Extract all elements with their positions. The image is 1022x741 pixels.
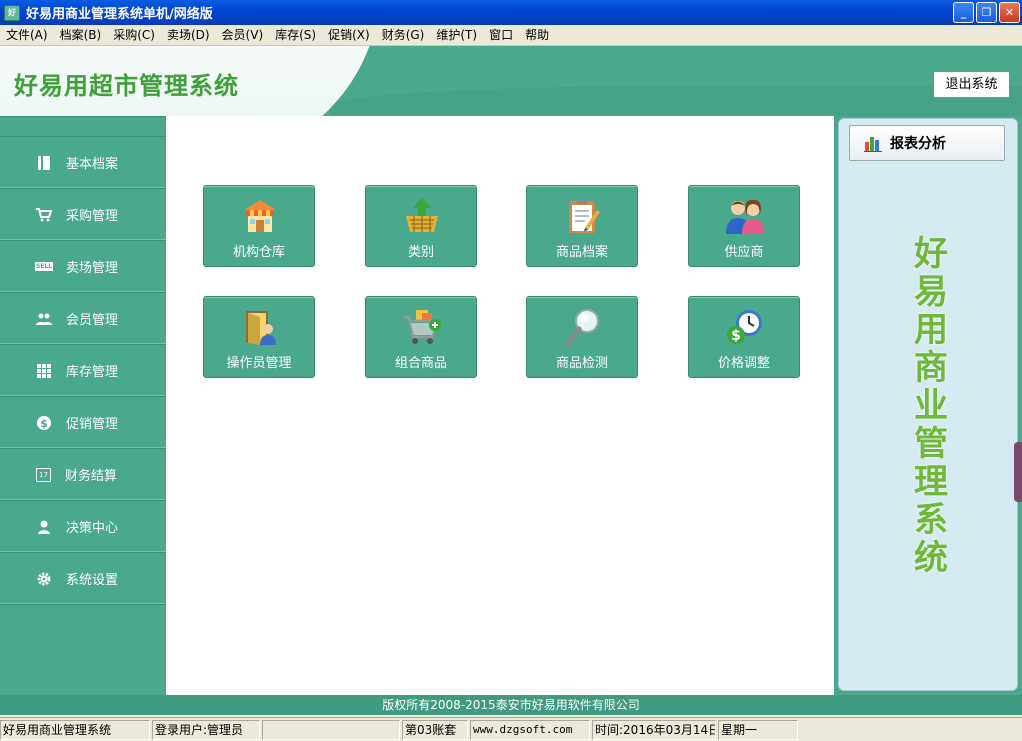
window-controls: _ ❐ ✕ bbox=[953, 2, 1020, 23]
sidebar-item-label: 基本档案 bbox=[66, 157, 119, 172]
tile-product-archive[interactable]: 商品档案 bbox=[526, 185, 638, 267]
menu-member[interactable]: 会员(V) bbox=[216, 25, 270, 46]
menu-file[interactable]: 文件(A) bbox=[0, 25, 54, 46]
svg-text:$: $ bbox=[731, 328, 741, 344]
sidebar-item-label: 决策中心 bbox=[66, 521, 119, 536]
clipboard-icon bbox=[569, 199, 600, 233]
vertical-brand-title: 好易用商业管理系统 bbox=[914, 234, 948, 578]
menu-maintenance[interactable]: 维护(T) bbox=[430, 25, 483, 46]
menu-store[interactable]: 卖场(D) bbox=[161, 25, 216, 46]
members-icon bbox=[36, 311, 52, 327]
sidebar-item-promotion[interactable]: $ 促销管理 bbox=[0, 397, 166, 449]
menu-bar: 文件(A) 档案(B) 采购(C) 卖场(D) 会员(V) 库存(S) 促销(X… bbox=[0, 25, 1022, 46]
header-decoration bbox=[330, 86, 1022, 116]
status-time: 时间:2016年03月14日 bbox=[592, 720, 716, 740]
basket-upload-icon bbox=[406, 198, 438, 232]
sell-icon-text: SELL bbox=[34, 262, 54, 271]
logout-button[interactable]: 退出系统 bbox=[933, 71, 1010, 98]
window-title: 好易用商业管理系统单机/网络版 bbox=[26, 7, 213, 22]
sidebar-item-label: 财务结算 bbox=[65, 469, 118, 484]
main-panel: 机构仓库 类别 商品档案 供应商 操作员管理 组合商品 商品检测 $ 价格调整 bbox=[166, 116, 834, 695]
tile-label: 价格调整 bbox=[717, 356, 770, 371]
sidebar-item-label: 库存管理 bbox=[66, 365, 119, 380]
magnifier-icon bbox=[565, 309, 599, 346]
bar-chart-icon bbox=[864, 137, 882, 152]
cart-icon bbox=[36, 207, 52, 223]
minimize-button[interactable]: _ bbox=[953, 2, 974, 23]
sidebar-item-finance[interactable]: 17 财务结算 bbox=[0, 449, 166, 501]
status-bar: 好易用商业管理系统 登录用户:管理员 第03账套 www.dzgsoft.com… bbox=[0, 717, 1022, 741]
shopping-cart-add-icon bbox=[404, 310, 441, 344]
tile-combo-product[interactable]: 组合商品 bbox=[365, 296, 477, 378]
grid-icon bbox=[36, 363, 52, 379]
tile-label: 组合商品 bbox=[394, 356, 447, 371]
sidebar-item-members[interactable]: 会员管理 bbox=[0, 293, 166, 345]
calendar-icon: 17 bbox=[36, 467, 51, 482]
tile-label: 操作员管理 bbox=[226, 356, 292, 371]
header-banner: 好易用超市管理系统 退出系统 bbox=[0, 46, 1022, 116]
tile-label: 供应商 bbox=[724, 245, 764, 260]
calendar-icon-text: 17 bbox=[39, 470, 48, 479]
status-empty bbox=[262, 720, 400, 740]
status-account: 第03账套 bbox=[402, 720, 468, 740]
status-login-user: 登录用户:管理员 bbox=[152, 720, 260, 740]
tile-label: 商品检测 bbox=[555, 356, 608, 371]
menu-help[interactable]: 帮助 bbox=[519, 25, 555, 46]
store-icon bbox=[244, 200, 276, 232]
status-weekday: 星期一 bbox=[718, 720, 798, 740]
app-icon: 好 bbox=[4, 4, 20, 21]
menu-archive[interactable]: 档案(B) bbox=[54, 25, 108, 46]
close-button[interactable]: ✕ bbox=[999, 2, 1020, 23]
report-analysis-label: 报表分析 bbox=[890, 136, 946, 152]
right-panel: 报表分析 好易用商业管理系统 bbox=[834, 116, 1022, 695]
dollar-icon: $ bbox=[36, 415, 52, 431]
sidebar-item-store[interactable]: SELL 卖场管理 bbox=[0, 241, 166, 293]
gear-icon bbox=[36, 571, 52, 587]
book-icon bbox=[36, 155, 52, 171]
sidebar-item-label: 采购管理 bbox=[66, 209, 119, 224]
sidebar-top bbox=[0, 117, 166, 137]
menu-window[interactable]: 窗口 bbox=[483, 25, 519, 46]
tile-price-adjustment[interactable]: $ 价格调整 bbox=[688, 296, 800, 378]
user-icon bbox=[36, 519, 52, 535]
sidebar: 基本档案 采购管理 SELL 卖场管理 会员管理 库存管理 $ 促销管理 17 bbox=[0, 116, 166, 695]
svg-text:$: $ bbox=[40, 417, 48, 430]
sidebar-item-label: 卖场管理 bbox=[66, 261, 119, 276]
operator-door-icon bbox=[246, 311, 276, 345]
people-icon bbox=[726, 199, 764, 234]
tile-org-warehouse[interactable]: 机构仓库 bbox=[203, 185, 315, 267]
tile-category[interactable]: 类别 bbox=[365, 185, 477, 267]
tile-label: 类别 bbox=[407, 245, 434, 260]
app-title: 好易用超市管理系统 bbox=[14, 72, 239, 100]
menu-inventory[interactable]: 库存(S) bbox=[269, 25, 322, 46]
side-scroll-tab[interactable] bbox=[1014, 442, 1022, 502]
menu-purchase[interactable]: 采购(C) bbox=[107, 25, 161, 46]
sell-icon: SELL bbox=[34, 259, 54, 275]
menu-finance[interactable]: 财务(G) bbox=[376, 25, 431, 46]
tile-label: 机构仓库 bbox=[232, 245, 285, 260]
status-app-name: 好易用商业管理系统 bbox=[0, 720, 150, 740]
sidebar-item-label: 系统设置 bbox=[66, 573, 119, 588]
tile-operator-management[interactable]: 操作员管理 bbox=[203, 296, 315, 378]
status-website: www.dzgsoft.com bbox=[470, 720, 590, 740]
sidebar-item-inventory[interactable]: 库存管理 bbox=[0, 345, 166, 397]
restore-button[interactable]: ❐ bbox=[976, 2, 997, 23]
report-analysis-button[interactable]: 报表分析 bbox=[849, 125, 1005, 161]
sidebar-item-basic-archive[interactable]: 基本档案 bbox=[0, 137, 166, 189]
sidebar-item-decision[interactable]: 决策中心 bbox=[0, 501, 166, 553]
title-bar: 好 好易用商业管理系统单机/网络版 _ ❐ ✕ bbox=[0, 0, 1022, 25]
sidebar-item-label: 会员管理 bbox=[66, 313, 119, 328]
right-panel-inner: 报表分析 好易用商业管理系统 bbox=[838, 118, 1018, 691]
sidebar-item-label: 促销管理 bbox=[66, 417, 119, 432]
sidebar-item-purchase[interactable]: 采购管理 bbox=[0, 189, 166, 241]
tile-product-inspection[interactable]: 商品检测 bbox=[526, 296, 638, 378]
tile-label: 商品档案 bbox=[555, 245, 608, 260]
menu-promotion[interactable]: 促销(X) bbox=[322, 25, 376, 46]
tile-supplier[interactable]: 供应商 bbox=[688, 185, 800, 267]
clock-dollar-icon: $ bbox=[727, 310, 762, 344]
copyright-text: 版权所有2008-2015泰安市好易用软件有限公司 bbox=[0, 695, 1022, 715]
sidebar-item-settings[interactable]: 系统设置 bbox=[0, 553, 166, 605]
